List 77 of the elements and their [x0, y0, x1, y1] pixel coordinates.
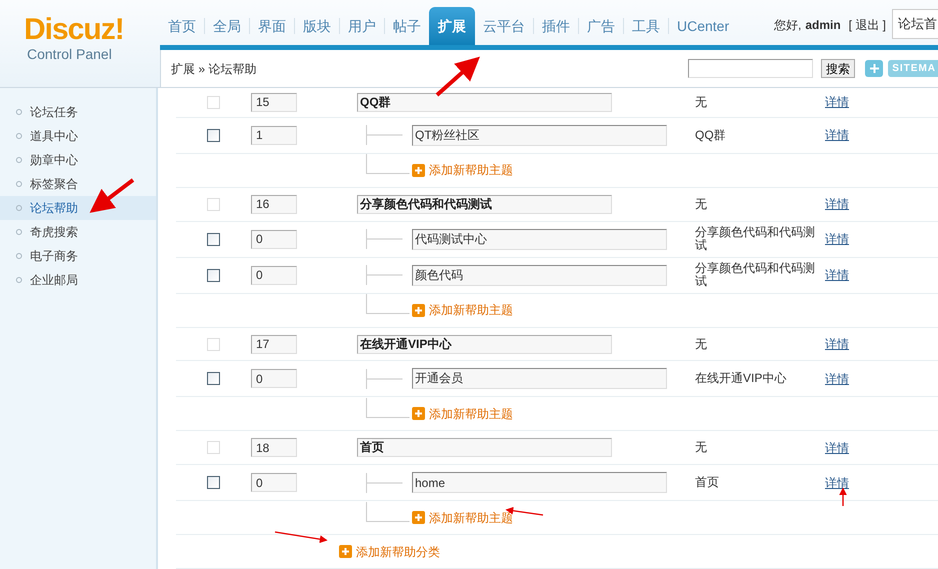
- breadcrumb-text: 扩展 » 论坛帮助: [171, 60, 256, 78]
- nav-tab[interactable]: 全局: [205, 11, 249, 41]
- parent-category-text: QQ群: [695, 128, 727, 142]
- row-checkbox[interactable]: [207, 232, 220, 246]
- parent-category-text: 首页: [695, 476, 720, 490]
- username-text: admin: [805, 17, 841, 34]
- tree-line: [366, 229, 403, 250]
- plus-icon: [412, 511, 425, 524]
- parent-category-text: 无: [695, 96, 708, 109]
- parent-category-text: 分享颜色代码和代码测试: [695, 226, 816, 252]
- nav-tab[interactable]: 扩展: [429, 7, 475, 45]
- nav-tab[interactable]: 工具: [624, 11, 668, 41]
- sidebar-item[interactable]: 电子商务: [0, 244, 156, 268]
- plus-icon: [412, 407, 425, 420]
- order-field[interactable]: 0: [251, 230, 297, 249]
- sidebar-item[interactable]: 标签聚合: [0, 172, 156, 196]
- topic-name-field[interactable]: 颜色代码: [412, 264, 667, 286]
- sidebar-item[interactable]: 勋章中心: [0, 148, 156, 172]
- parent-category-text: 无: [695, 441, 708, 454]
- parent-category-text: 分享颜色代码和代码测试: [695, 262, 816, 288]
- plus-icon: [870, 64, 879, 73]
- nav-tab[interactable]: 界面: [250, 11, 294, 41]
- topic-name-field[interactable]: QT粉丝社区: [412, 124, 667, 146]
- details-link[interactable]: 详情: [825, 232, 849, 246]
- nav-tab[interactable]: 广告: [579, 11, 623, 41]
- parent-category-text: 无: [695, 198, 708, 211]
- sidebar-item[interactable]: 企业邮局: [0, 268, 156, 292]
- nav-tab[interactable]: 插件: [534, 11, 578, 41]
- order-field[interactable]: 0: [251, 266, 297, 285]
- tree-line: [366, 154, 410, 174]
- plus-icon: [412, 164, 425, 177]
- logo-brand: Discuz!: [24, 14, 124, 46]
- annotation-arrow: [90, 178, 134, 213]
- logo-subtitle: Control Panel: [26, 46, 112, 62]
- sidebar-item[interactable]: 道具中心: [0, 124, 156, 148]
- quick-select[interactable]: 论坛首: [892, 9, 938, 39]
- details-link[interactable]: 详情: [825, 268, 849, 282]
- nav-tab[interactable]: 首页: [160, 11, 204, 41]
- nav-tab[interactable]: 版块: [295, 11, 339, 41]
- tree-line: [366, 502, 410, 522]
- tree-line: [366, 294, 410, 314]
- row-checkbox[interactable]: [207, 476, 220, 490]
- parent-category-text: 在线开通VIP中心: [695, 372, 788, 386]
- parent-category-text: 无: [695, 338, 708, 351]
- greeting-text: 您好,: [774, 17, 802, 34]
- nav-tab[interactable]: 帖子: [385, 11, 429, 41]
- nav-tab[interactable]: UCenter: [669, 11, 738, 41]
- order-field[interactable]: 0: [251, 369, 297, 388]
- logout-link[interactable]: [ 退出 ]: [848, 16, 886, 34]
- order-field[interactable]: 0: [251, 473, 297, 492]
- search-button[interactable]: 搜索: [821, 59, 856, 78]
- topic-name-field[interactable]: 代码测试中心: [412, 228, 667, 250]
- tree-line: [366, 368, 403, 389]
- row-checkbox[interactable]: [207, 128, 220, 142]
- search-field[interactable]: [688, 59, 814, 78]
- annotation-arrow: [274, 531, 328, 544]
- details-link[interactable]: 详情: [825, 476, 849, 490]
- annotation-arrow: [839, 487, 847, 506]
- row-checkbox[interactable]: [207, 268, 220, 282]
- nav-tab[interactable]: 云平台: [475, 11, 533, 41]
- order-field[interactable]: 1: [251, 126, 297, 145]
- details-link[interactable]: 详情: [825, 128, 849, 142]
- tree-line: [366, 265, 403, 286]
- tree-line: [366, 125, 403, 146]
- row-checkbox[interactable]: [207, 372, 220, 386]
- sidebar-item[interactable]: 论坛任务: [0, 100, 156, 124]
- sidebar-item[interactable]: 奇虎搜索: [0, 220, 156, 244]
- details-link[interactable]: 详情: [825, 372, 849, 386]
- plus-icon: [339, 545, 352, 558]
- topic-name-field[interactable]: 开通会员: [412, 368, 667, 390]
- tree-line: [366, 472, 403, 493]
- topic-name-field[interactable]: home: [412, 472, 667, 494]
- tree-line: [366, 398, 410, 418]
- nav-tab[interactable]: 用户: [340, 11, 384, 41]
- annotation-arrow: [436, 56, 480, 96]
- sidebar-item[interactable]: 论坛帮助: [0, 196, 156, 220]
- plus-icon: [412, 304, 425, 317]
